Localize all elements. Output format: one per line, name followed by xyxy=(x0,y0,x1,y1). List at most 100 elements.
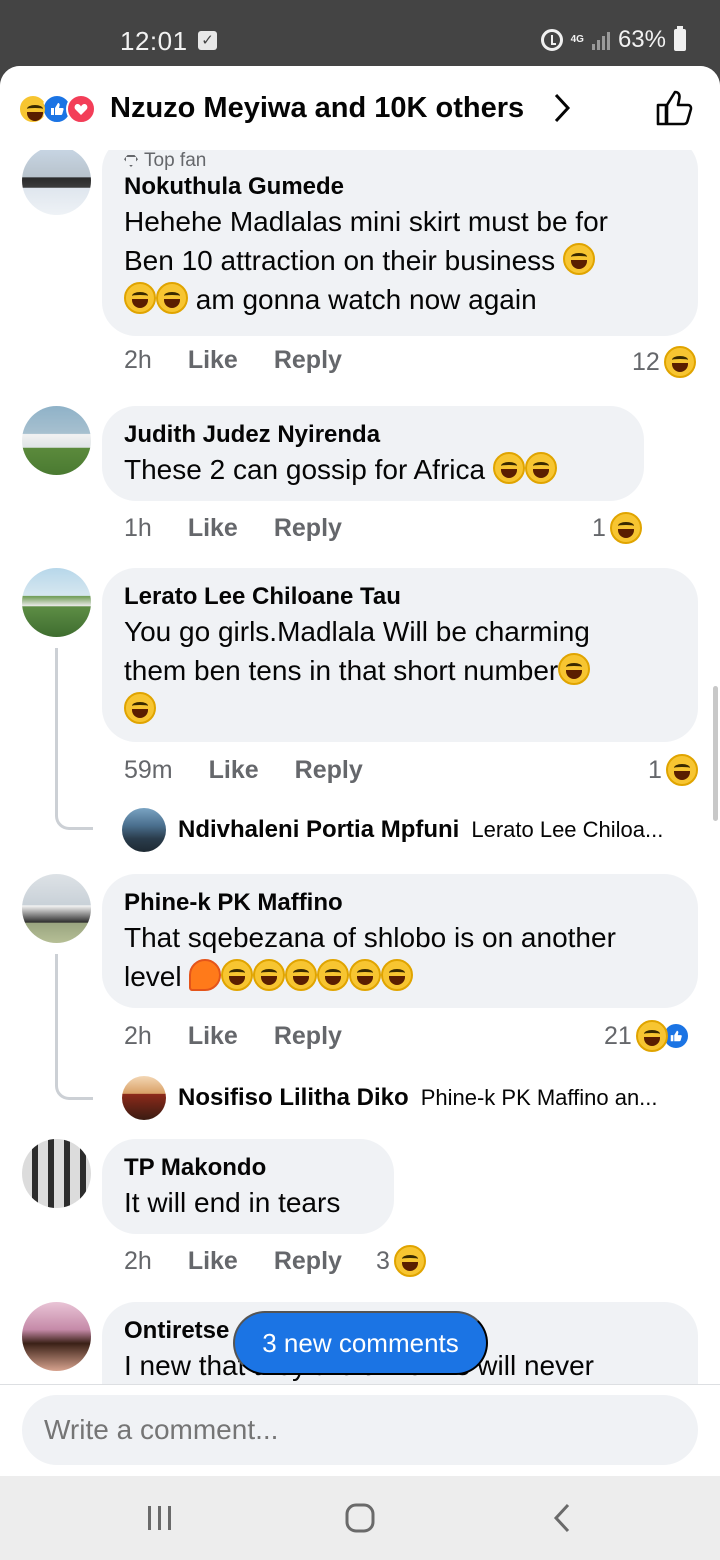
comment-author[interactable]: Lerato Lee Chiloane Tau xyxy=(124,582,676,612)
reactions-header[interactable]: Nzuzo Meyiwa and 10K others xyxy=(0,66,720,150)
network-type: 4G xyxy=(570,34,584,45)
like-thumb-icon[interactable] xyxy=(654,88,694,133)
reply-preview[interactable]: Nosifiso Lilitha Diko Phine-k PK Maffino… xyxy=(122,1076,658,1120)
scrollbar[interactable] xyxy=(713,686,718,821)
avatar[interactable] xyxy=(122,1076,166,1120)
reply-thread-line xyxy=(55,648,93,830)
rofl-emoji-icon xyxy=(285,959,318,991)
comment-text: level xyxy=(124,957,676,996)
signal-icon xyxy=(591,30,610,50)
reaction-count[interactable]: 1 xyxy=(648,754,698,786)
reply-thread-line xyxy=(55,954,93,1100)
avatar[interactable] xyxy=(22,1139,91,1208)
avatar[interactable] xyxy=(22,874,91,943)
reaction-icons xyxy=(18,94,96,124)
haha-reaction-icon xyxy=(609,512,642,544)
checkbox-notification-icon: ✓ xyxy=(198,31,217,50)
haha-reaction-icon xyxy=(635,1020,668,1052)
comment-time: 59m xyxy=(124,756,173,784)
comment-bubble[interactable]: Top fan Nokuthula Gumede Hehehe Madlalas… xyxy=(102,136,698,336)
system-nav-bar xyxy=(0,1476,720,1560)
comment-actions: 2h Like Reply xyxy=(124,1247,342,1276)
fire-emoji-icon xyxy=(189,959,222,991)
haha-reaction-icon xyxy=(393,1245,426,1277)
status-icons: 4G 63% xyxy=(540,26,686,54)
comment-author[interactable]: Phine-k PK Maffino xyxy=(124,888,676,918)
like-button[interactable]: Like xyxy=(188,1022,238,1051)
rofl-emoji-icon xyxy=(124,692,156,724)
rofl-emoji-icon xyxy=(381,959,414,991)
comment-actions: 2h Like Reply xyxy=(124,346,342,375)
diamond-icon xyxy=(124,155,138,167)
chevron-right-icon[interactable] xyxy=(552,92,572,132)
comment-bubble[interactable]: Lerato Lee Chiloane Tau You go girls.Mad… xyxy=(102,568,698,742)
battery-icon xyxy=(674,26,686,51)
top-fan-badge: Top fan xyxy=(124,150,676,172)
avatar[interactable] xyxy=(22,1302,91,1371)
comment-author[interactable]: Nokuthula Gumede xyxy=(124,172,676,202)
reactions-summary[interactable]: Nzuzo Meyiwa and 10K others xyxy=(110,92,524,125)
hand-over-mouth-emoji-icon xyxy=(221,959,254,991)
laughing-emoji-icon xyxy=(524,452,557,484)
avatar[interactable] xyxy=(122,808,166,852)
reply-button[interactable]: Reply xyxy=(274,1247,342,1276)
new-comments-button[interactable]: 3 new comments xyxy=(233,1311,488,1375)
comment-time: 2h xyxy=(124,1247,152,1275)
home-button[interactable] xyxy=(338,1496,382,1540)
reply-button[interactable]: Reply xyxy=(274,1022,342,1051)
reply-snippet: Phine-k PK Maffino an... xyxy=(420,1085,658,1110)
haha-reaction-icon xyxy=(665,754,698,786)
comment-text: It will end in tears xyxy=(124,1187,341,1218)
reply-author[interactable]: Ndivhaleni Portia Mpfuni xyxy=(178,816,459,844)
reaction-count[interactable]: 1 xyxy=(592,512,642,544)
reply-snippet: Lerato Lee Chiloa... xyxy=(471,817,664,842)
battery-percent: 63% xyxy=(617,26,666,53)
rofl-emoji-icon xyxy=(317,959,350,991)
avatar[interactable] xyxy=(22,406,91,475)
reaction-count[interactable]: 21 xyxy=(604,1020,690,1052)
reply-button[interactable]: Reply xyxy=(274,514,342,543)
status-time: 12:01 xyxy=(120,26,188,56)
like-button[interactable]: Like xyxy=(188,514,238,543)
rofl-emoji-icon xyxy=(562,243,595,275)
comment-author[interactable]: Judith Judez Nyirenda xyxy=(124,420,622,450)
comment-input[interactable] xyxy=(22,1395,698,1465)
rofl-emoji-icon xyxy=(156,282,188,314)
reply-preview[interactable]: Ndivhaleni Portia Mpfuni Lerato Lee Chil… xyxy=(122,808,663,852)
comment-text xyxy=(124,690,676,729)
comment-actions: 2h Like Reply xyxy=(124,1022,342,1051)
comment-time: 2h xyxy=(124,1022,152,1050)
comment-composer xyxy=(0,1384,720,1476)
love-reaction-icon xyxy=(66,94,96,124)
comment-text: am gonna watch now again xyxy=(124,280,676,319)
haha-reaction-icon xyxy=(18,94,48,124)
laughing-emoji-icon xyxy=(492,452,525,484)
reaction-count[interactable]: 12 xyxy=(632,346,696,378)
avatar[interactable] xyxy=(22,146,91,215)
comment-bubble[interactable]: Phine-k PK Maffino That sqebezana of shl… xyxy=(102,874,698,1008)
reply-button[interactable]: Reply xyxy=(295,756,363,785)
rofl-emoji-icon xyxy=(349,959,382,991)
comment-text: Hehehe Madlalas mini skirt must be for xyxy=(124,206,608,237)
avatar[interactable] xyxy=(22,568,91,637)
haha-reaction-icon xyxy=(663,346,696,378)
winking-tongue-emoji-icon xyxy=(253,959,286,991)
comment-text: Ben 10 attraction on their business xyxy=(124,241,676,280)
comment-author[interactable]: TP Makondo xyxy=(124,1153,372,1183)
reply-button[interactable]: Reply xyxy=(274,346,342,375)
rofl-emoji-icon xyxy=(124,282,156,314)
back-button[interactable] xyxy=(540,1496,584,1540)
like-button[interactable]: Like xyxy=(188,1247,238,1276)
comment-text: That sqebezana of shlobo is on another xyxy=(124,922,616,953)
comment-bubble[interactable]: Judith Judez Nyirenda These 2 can gossip… xyxy=(102,406,644,501)
comment-text: them ben tens in that short number xyxy=(124,651,676,690)
reaction-count[interactable]: 3 xyxy=(376,1245,426,1277)
rofl-emoji-icon xyxy=(558,653,591,685)
comments-sheet: Nzuzo Meyiwa and 10K others Top fan Noku… xyxy=(0,66,720,1476)
reply-author[interactable]: Nosifiso Lilitha Diko xyxy=(178,1084,409,1112)
like-button[interactable]: Like xyxy=(188,346,238,375)
comment-time: 1h xyxy=(124,514,152,542)
like-button[interactable]: Like xyxy=(209,756,259,785)
recent-apps-button[interactable] xyxy=(138,1496,182,1540)
comment-bubble[interactable]: TP Makondo It will end in tears xyxy=(102,1139,394,1234)
